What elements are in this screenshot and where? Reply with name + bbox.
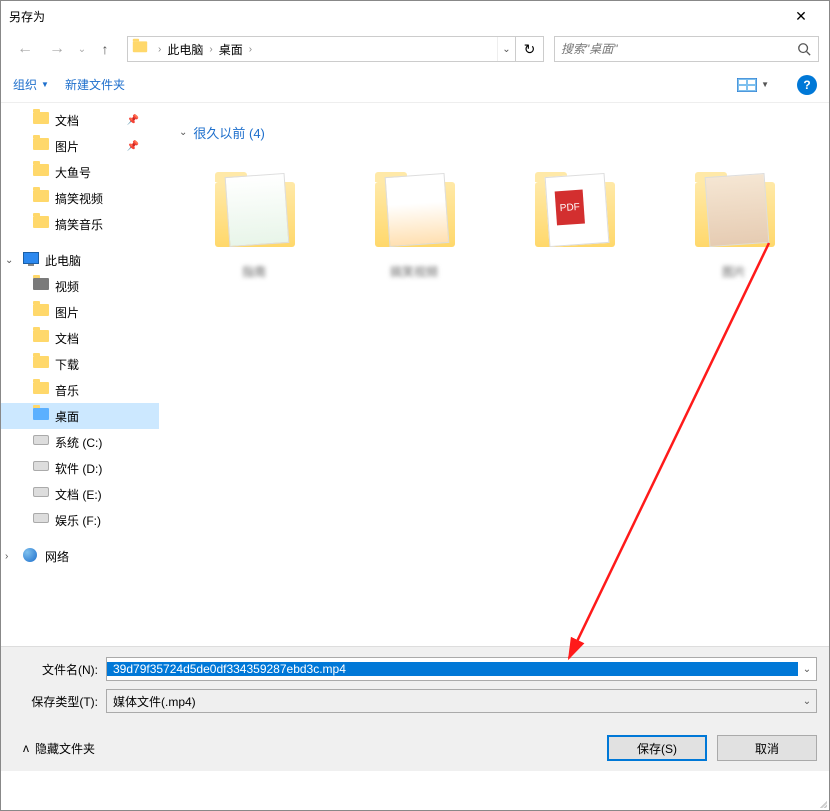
folder-item[interactable]: 搞笑视频 [359,162,469,280]
filename-input[interactable] [107,662,798,676]
chevron-up-icon: ʌ [23,741,29,755]
organize-button[interactable]: 组织▼ [13,76,49,93]
filetype-value: 媒体文件(.mp4) [107,693,798,710]
forward-icon: → [49,40,65,58]
main-area: 文档📌 图片📌 大鱼号 搞笑视频 搞笑音乐 ⌄此电脑 视频 图片 文档 下载 音… [1,103,829,646]
toolbar: 组织▼ 新建文件夹 ▼ ? [1,67,829,103]
folder-icon: PDF [527,162,622,257]
help-icon: ? [803,78,810,92]
folder-item[interactable]: 指南 [199,162,309,280]
pin-icon: 📌 [127,141,139,152]
refresh-icon: ↻ [524,41,536,58]
up-icon: ↑ [102,41,109,57]
cancel-button[interactable]: 取消 [717,735,817,761]
pin-icon: 📌 [127,115,139,126]
view-mode-button[interactable]: ▼ [737,78,769,92]
help-button[interactable]: ? [797,75,817,95]
file-list-pane[interactable]: ⌄ 很久以前 (4) 指南 搞笑视频 PDF 图片 [159,103,829,646]
sidebar-item[interactable]: 文档📌 [1,107,159,133]
breadcrumb-separator: › [207,44,214,55]
sidebar-item[interactable]: 图片📌 [1,133,159,159]
address-dropdown[interactable]: ⌄ [497,37,515,61]
breadcrumb-separator: › [156,44,163,55]
folder-icon [207,162,302,257]
hide-folders-button[interactable]: ʌ 隐藏文件夹 [23,740,95,757]
chevron-down-icon: ▼ [41,80,49,89]
breadcrumb-location[interactable]: 桌面 [215,37,247,61]
chevron-down-icon[interactable]: ⌄ [798,664,816,675]
sidebar-item[interactable]: 软件 (D:) [1,455,159,481]
address-bar[interactable]: › 此电脑 › 桌面 › ⌄ ↻ [127,36,544,62]
filetype-label: 保存类型(T): [13,693,98,710]
title-bar: 另存为 ✕ [1,1,829,31]
network-icon [23,548,37,562]
annotation-arrow [539,233,789,673]
search-input[interactable] [555,42,790,56]
pc-icon [23,252,39,264]
folder-item[interactable]: PDF [519,162,629,280]
window-title: 另存为 [9,8,781,25]
sidebar-item[interactable]: 文档 [1,325,159,351]
drive-icon [33,487,49,497]
bottom-panel: 文件名(N): ⌄ 保存类型(T): 媒体文件(.mp4) ⌄ ʌ 隐藏文件夹 … [1,646,829,771]
folder-icon [687,162,782,257]
sidebar-item[interactable]: 娱乐 (F:) [1,507,159,533]
back-button[interactable]: ← [11,35,39,63]
close-button[interactable]: ✕ [781,1,821,31]
filename-label: 文件名(N): [13,661,98,678]
search-box[interactable] [554,36,819,62]
navigation-row: ← → ⌄ ↑ › 此电脑 › 桌面 › ⌄ ↻ [1,31,829,67]
breadcrumb-pc[interactable]: 此电脑 [163,37,207,61]
sidebar-item[interactable]: 搞笑音乐 [1,211,159,237]
chevron-down-icon: ▼ [761,80,769,89]
sidebar-item[interactable]: 文档 (E:) [1,481,159,507]
forward-button[interactable]: → [43,35,71,63]
folder-item[interactable]: 图片 [679,162,789,280]
sidebar-network[interactable]: ›网络 [1,543,159,569]
folder-icon [132,39,152,59]
chevron-down-icon: ⌄ [179,127,187,138]
thumbnails-icon [737,78,757,92]
sidebar-item[interactable]: 搞笑视频 [1,185,159,211]
back-icon: ← [17,40,33,58]
group-header[interactable]: ⌄ 很久以前 (4) [179,113,809,152]
save-button[interactable]: 保存(S) [607,735,707,761]
sidebar-item[interactable]: 下载 [1,351,159,377]
folder-icon [367,162,462,257]
sidebar: 文档📌 图片📌 大鱼号 搞笑视频 搞笑音乐 ⌄此电脑 视频 图片 文档 下载 音… [1,103,159,646]
expand-icon[interactable]: ⌄ [5,255,13,266]
sidebar-item[interactable]: 音乐 [1,377,159,403]
expand-icon[interactable]: › [5,551,8,562]
drive-icon [33,461,49,471]
filename-field[interactable]: ⌄ [106,657,817,681]
search-icon[interactable] [790,37,818,61]
close-icon: ✕ [795,8,807,25]
sidebar-item[interactable]: 系统 (C:) [1,429,159,455]
sidebar-item[interactable]: 大鱼号 [1,159,159,185]
drive-icon [33,435,49,445]
chevron-down-icon[interactable]: ⌄ [798,696,816,707]
resize-grip[interactable] [815,796,827,808]
sidebar-item-desktop[interactable]: 桌面 [1,403,159,429]
refresh-button[interactable]: ↻ [515,37,543,61]
recent-locations-button[interactable]: ⌄ [75,35,89,63]
sidebar-item[interactable]: 图片 [1,299,159,325]
breadcrumb-separator: › [247,44,254,55]
filetype-field[interactable]: 媒体文件(.mp4) ⌄ [106,689,817,713]
drive-icon [33,513,49,523]
new-folder-button[interactable]: 新建文件夹 [65,76,125,93]
sidebar-item[interactable]: 视频 [1,273,159,299]
sidebar-this-pc[interactable]: ⌄此电脑 [1,247,159,273]
up-button[interactable]: ↑ [93,35,117,63]
